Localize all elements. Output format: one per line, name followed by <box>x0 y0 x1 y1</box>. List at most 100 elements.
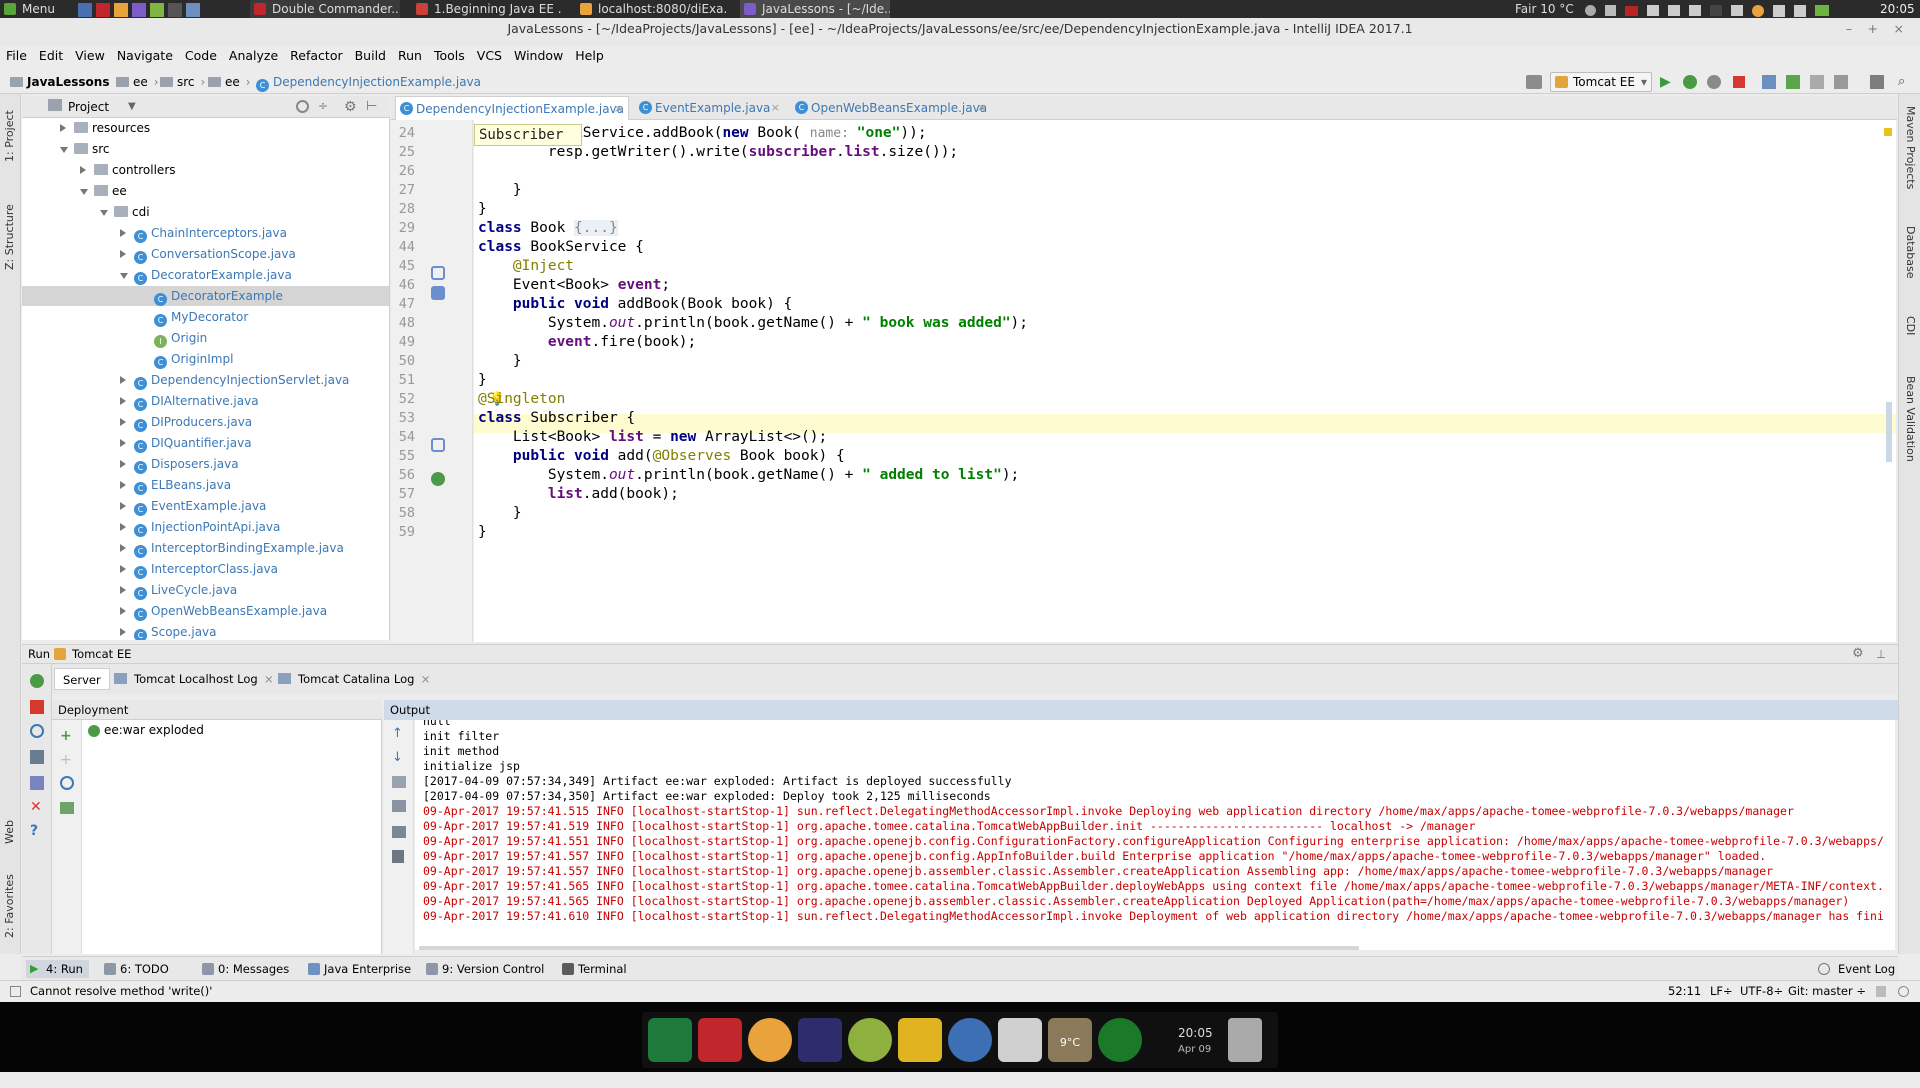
run-icon[interactable]: ▶ <box>1660 74 1671 90</box>
dropbox-icon[interactable] <box>1731 5 1743 16</box>
expand-right-icon[interactable] <box>120 397 126 405</box>
menu-tools[interactable]: Tools <box>434 46 465 66</box>
chrome-icon[interactable] <box>114 2 128 17</box>
tree-item[interactable]: src <box>22 139 389 159</box>
toggle-tool-windows-icon[interactable] <box>10 986 21 997</box>
tool-window-java-enterprise[interactable]: Java Enterprise <box>308 960 411 978</box>
expand-down-icon[interactable] <box>100 210 108 216</box>
deployment-item[interactable]: ee:war exploded <box>104 723 204 737</box>
intellij-icon[interactable] <box>132 2 146 17</box>
tab-server[interactable]: Server <box>54 668 110 690</box>
stop-icon[interactable] <box>30 700 44 714</box>
os-menu-button[interactable]: Menu <box>0 0 70 18</box>
tree-item[interactable]: C Scope.java <box>22 622 389 640</box>
anchor-app-icon[interactable] <box>648 1018 692 1062</box>
menu-navigate[interactable]: Navigate <box>117 46 173 66</box>
tree-item[interactable]: C EventExample.java <box>22 496 389 516</box>
wifi-icon[interactable] <box>1647 5 1659 16</box>
expand-down-icon[interactable] <box>80 189 88 195</box>
tree-item[interactable]: I Origin <box>22 328 389 348</box>
menu-analyze[interactable]: Analyze <box>229 46 278 66</box>
stop-icon[interactable] <box>1733 76 1745 88</box>
tab-open-web-beans-example[interactable]: C OpenWebBeansExample.java × <box>791 96 991 120</box>
file-encoding[interactable]: UTF-8÷ <box>1740 981 1783 1002</box>
intellij-icon[interactable] <box>798 1018 842 1062</box>
artifact-icon[interactable] <box>60 802 74 814</box>
tree-item[interactable]: controllers <box>22 160 389 180</box>
dock-clock[interactable]: 20:05 <box>1178 1026 1213 1040</box>
tool-window-todo[interactable]: 6: TODO <box>104 960 169 978</box>
editor-scrollbar[interactable] <box>1886 402 1892 462</box>
tree-item[interactable]: ee <box>22 181 389 201</box>
cdi-tool-button[interactable]: CDI <box>1904 316 1917 356</box>
tree-item[interactable]: resources <box>22 118 389 138</box>
coverage-icon[interactable] <box>1707 75 1721 89</box>
nvidia-icon[interactable] <box>1815 5 1829 16</box>
tree-item[interactable]: C DecoratorExample.java <box>22 265 389 285</box>
expand-right-icon[interactable] <box>60 124 66 132</box>
caret-position[interactable]: 52:11 <box>1668 981 1701 1002</box>
menu-code[interactable]: Code <box>185 46 217 66</box>
tool-window-messages[interactable]: 0: Messages <box>202 960 289 978</box>
tree-item[interactable]: C DependencyInjectionServlet.java <box>22 370 389 390</box>
line-separator[interactable]: LF÷ <box>1710 981 1733 1002</box>
tree-item[interactable]: C DIProducers.java <box>22 412 389 432</box>
rerun-icon[interactable] <box>30 674 44 688</box>
menu-edit[interactable]: Edit <box>39 46 63 66</box>
print-icon[interactable] <box>392 826 406 838</box>
tree-item[interactable]: C MyDecorator <box>22 307 389 327</box>
chrome-tray-icon[interactable] <box>1752 4 1764 17</box>
expand-right-icon[interactable] <box>120 502 126 510</box>
terminal-icon[interactable] <box>168 2 182 17</box>
expand-right-icon[interactable] <box>120 250 126 258</box>
menu-file[interactable]: File <box>6 46 27 66</box>
tool-window-run[interactable]: ▶ 4: Run <box>26 960 89 978</box>
weather-dock-icon[interactable]: 9°C <box>1048 1018 1092 1062</box>
tree-item[interactable]: C InjectionPointApi.java <box>22 517 389 537</box>
taskbar-item-intellij[interactable]: JavaLessons - [~/Ide... <box>740 0 890 18</box>
menu-window[interactable]: Window <box>514 46 563 66</box>
run-config-select[interactable]: Tomcat EE ▾ <box>1550 72 1652 92</box>
expand-right-icon[interactable] <box>80 166 86 174</box>
tree-item[interactable]: C DIQuantifier.java <box>22 433 389 453</box>
hide-panel-icon[interactable]: ⊢ <box>366 99 377 114</box>
expand-right-icon[interactable] <box>120 565 126 573</box>
system-monitor-icon[interactable] <box>998 1018 1042 1062</box>
implemented-icon[interactable] <box>431 438 445 452</box>
close-tab-icon[interactable]: × <box>421 668 431 690</box>
pin-icon[interactable] <box>30 776 44 790</box>
undeploy-icon[interactable]: + <box>60 752 72 768</box>
close-button[interactable]: × <box>1894 12 1904 46</box>
revert-icon[interactable] <box>1834 75 1848 89</box>
close-tab-icon[interactable]: × <box>771 96 780 120</box>
menu-help[interactable]: Help <box>575 46 604 66</box>
vcs-update-icon[interactable] <box>1762 75 1776 89</box>
close-icon[interactable]: ✕ <box>30 800 44 814</box>
media-player-icon[interactable] <box>948 1018 992 1062</box>
scroll-down-icon[interactable]: ↓ <box>392 750 403 765</box>
hector-icon[interactable] <box>1898 986 1909 997</box>
radar-icon[interactable] <box>1098 1018 1142 1062</box>
menu-vcs[interactable]: VCS <box>477 46 502 66</box>
injection-point-icon[interactable] <box>431 286 445 300</box>
collapse-all-icon[interactable]: ÷ <box>318 100 331 113</box>
tree-item[interactable]: C ConversationScope.java <box>22 244 389 264</box>
tree-item[interactable]: C LiveCycle.java <box>22 580 389 600</box>
tree-item[interactable]: C OriginImpl <box>22 349 389 369</box>
tree-item[interactable]: C ELBeans.java <box>22 475 389 495</box>
observer-method-icon[interactable] <box>431 472 445 486</box>
expand-right-icon[interactable] <box>120 376 126 384</box>
expand-right-icon[interactable] <box>120 628 126 636</box>
breadcrumb-src[interactable]: src › <box>160 73 205 91</box>
tree-item[interactable]: C Disposers.java <box>22 454 389 474</box>
help-icon[interactable]: ? <box>30 824 44 838</box>
tree-item[interactable]: C ChainInterceptors.java <box>22 223 389 243</box>
structure-tool-button[interactable]: Z: Structure <box>3 190 16 270</box>
double-commander-icon[interactable] <box>698 1018 742 1062</box>
tab-dependency-injection-example[interactable]: C DependencyInjectionExample.java × <box>395 96 629 120</box>
taskbar-item-browser[interactable]: localhost:8080/diExa... <box>576 0 726 18</box>
horizontal-scrollbar[interactable] <box>419 946 1359 950</box>
warning-marker-icon[interactable] <box>1884 128 1892 136</box>
show-desktop-icon[interactable] <box>78 2 92 17</box>
expand-right-icon[interactable] <box>120 418 126 426</box>
